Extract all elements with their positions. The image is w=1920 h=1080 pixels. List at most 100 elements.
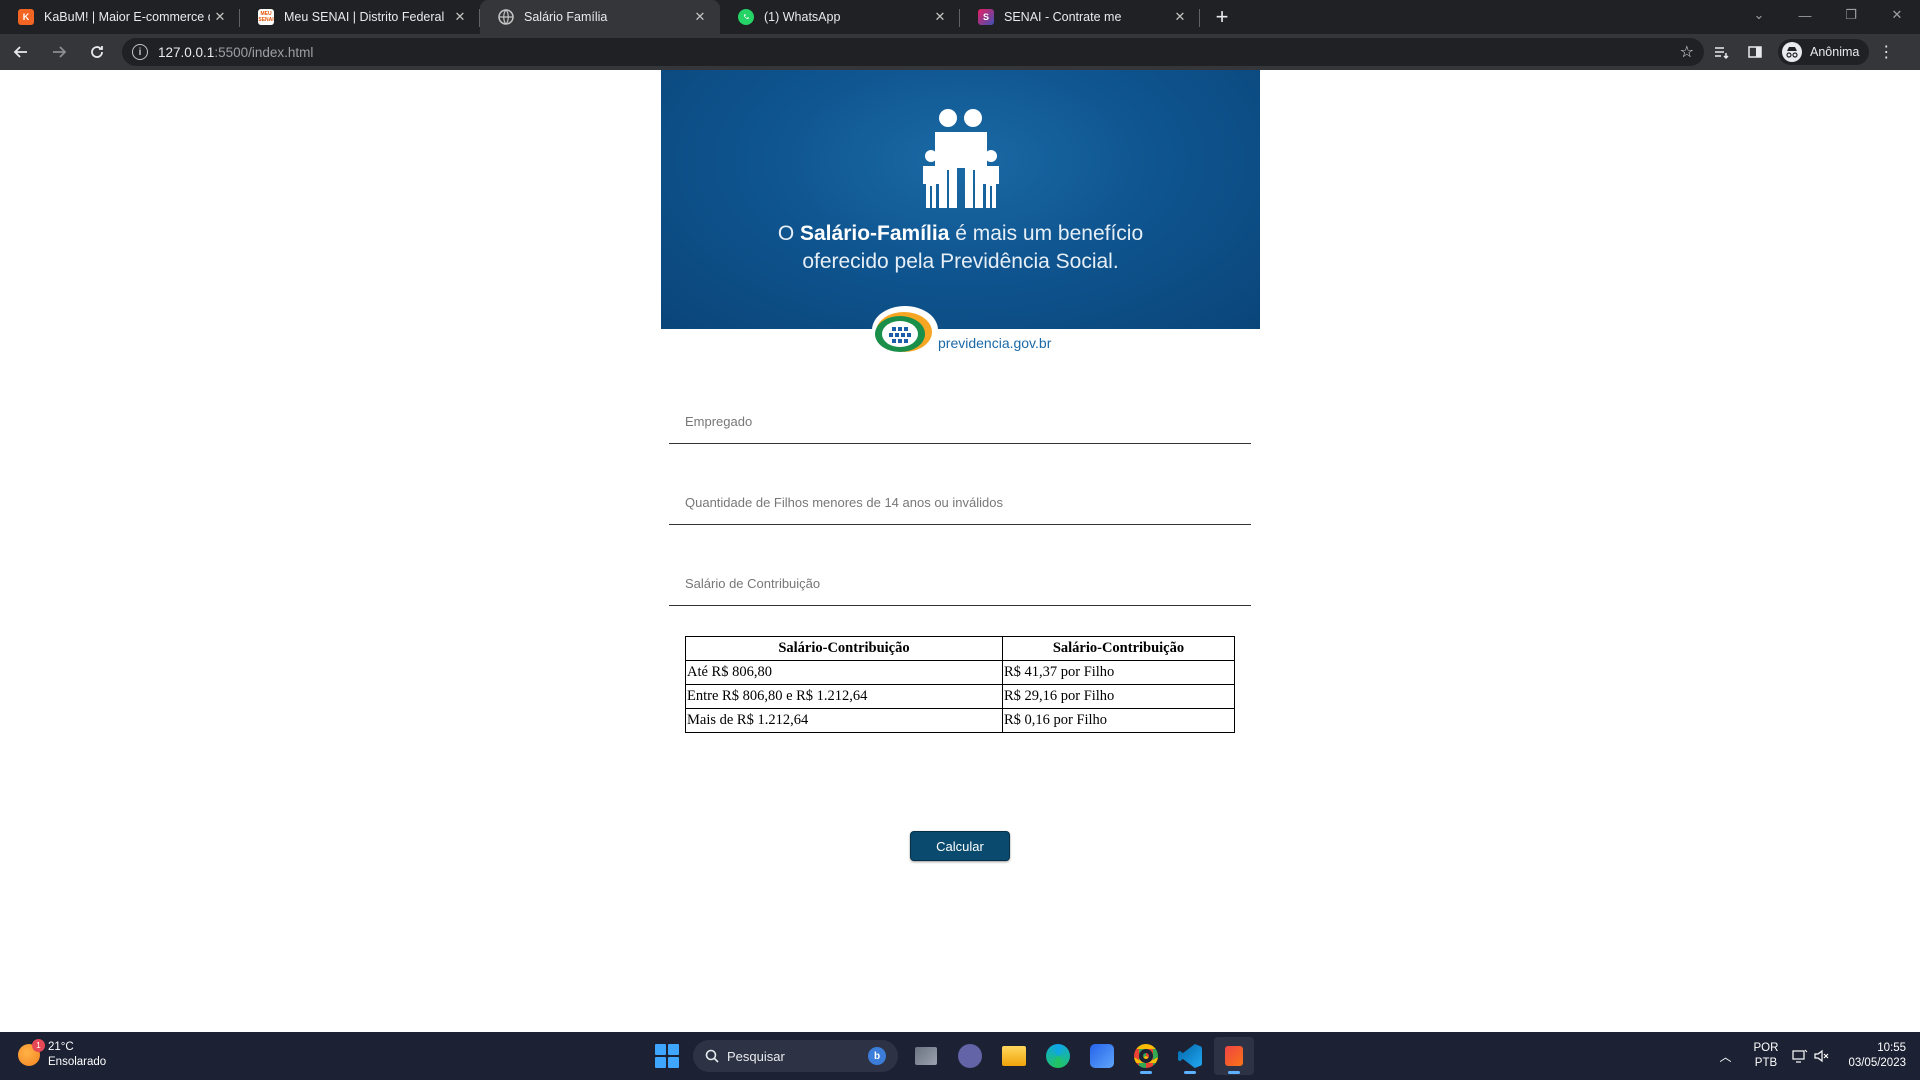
weather-temp: 21°C bbox=[48, 1041, 74, 1053]
volume-muted-icon[interactable] bbox=[1814, 1049, 1830, 1063]
microsoft-store-icon[interactable] bbox=[1082, 1037, 1122, 1075]
close-window-icon[interactable]: ✕ bbox=[1874, 7, 1920, 23]
sun-icon: 1 bbox=[18, 1039, 45, 1066]
windows-taskbar: 1 21°C Ensolarado Pesquisar b ︿ POR PTB bbox=[0, 1032, 1920, 1080]
banner-text-line2: oferecido pela Previdência Social. bbox=[802, 250, 1119, 273]
clock-time: 10:55 bbox=[1877, 1042, 1906, 1054]
windows-start-icon[interactable] bbox=[655, 1044, 679, 1068]
tab-separator bbox=[1199, 9, 1200, 27]
bing-icon[interactable]: b bbox=[868, 1047, 886, 1065]
tab-meu-senai[interactable]: MEU SENAI Meu SENAI | Distrito Federal ✕ bbox=[240, 0, 480, 34]
table-cell: Até R$ 806,80 bbox=[685, 660, 1003, 685]
salario-contribuicao-input[interactable] bbox=[685, 576, 1245, 591]
kabum-favicon-icon: K bbox=[18, 9, 34, 25]
weather-widget[interactable]: 1 21°C Ensolarado bbox=[18, 1039, 107, 1070]
tab-title: Salário Família bbox=[524, 10, 608, 24]
banner-text-line1: O Salário-Família é mais um benefício bbox=[777, 222, 1144, 245]
tab-title: KaBuM! | Maior E-commerce de Tecnologia bbox=[44, 10, 210, 24]
empregado-field[interactable] bbox=[669, 392, 1251, 444]
table-header-cell: Salário-Contribuição bbox=[685, 636, 1003, 661]
filhos-field[interactable] bbox=[669, 473, 1251, 525]
table-row: Mais de R$ 1.212,64 R$ 0,16 por Filho bbox=[685, 708, 1236, 733]
reload-icon bbox=[91, 46, 103, 58]
chevron-up-icon[interactable]: ︿ bbox=[1720, 1048, 1732, 1065]
close-tab-icon[interactable]: ✕ bbox=[690, 7, 710, 27]
minimize-icon[interactable]: — bbox=[1782, 8, 1828, 23]
bookmark-star-icon[interactable]: ☆ bbox=[1680, 42, 1694, 62]
url-path: :5500/index.html bbox=[214, 44, 314, 60]
taskbar-apps: Pesquisar b bbox=[655, 1037, 1256, 1075]
tab-title: (1) WhatsApp bbox=[764, 10, 841, 24]
table-cell: Mais de R$ 1.212,64 bbox=[685, 708, 1003, 733]
reload-button[interactable] bbox=[80, 35, 114, 69]
close-tab-icon[interactable]: ✕ bbox=[210, 7, 230, 27]
clock-date: 03/05/2023 bbox=[1848, 1057, 1906, 1069]
system-tray: ︿ POR PTB 10:55 03/05/2023 bbox=[1720, 1032, 1907, 1080]
site-info-icon[interactable]: i bbox=[132, 44, 148, 60]
language-indicator[interactable]: POR PTB bbox=[1754, 1041, 1779, 1071]
taskbar-search[interactable]: Pesquisar b bbox=[693, 1040, 898, 1072]
whatsapp-icon bbox=[738, 9, 754, 25]
senai-favicon-icon: MEU SENAI bbox=[258, 9, 274, 25]
tab-search-icon[interactable]: ⌄ bbox=[1736, 7, 1782, 23]
chrome-icon[interactable] bbox=[1126, 1037, 1166, 1075]
back-button[interactable] bbox=[4, 35, 38, 69]
restore-icon[interactable]: ❐ bbox=[1828, 7, 1874, 23]
table-row: Até R$ 806,80 R$ 41,37 por Filho bbox=[685, 660, 1236, 685]
tab-title: SENAI - Contrate me bbox=[1004, 10, 1122, 24]
table-cell: R$ 0,16 por Filho bbox=[1001, 708, 1236, 733]
table-cell: R$ 29,16 por Filho bbox=[1001, 684, 1236, 709]
tab-whatsapp[interactable]: (1) WhatsApp ✕ bbox=[720, 0, 960, 34]
filhos-input[interactable] bbox=[685, 495, 1245, 510]
page-content: O Salário-Família é mais um benefício of… bbox=[0, 70, 1920, 1032]
teams-chat-icon[interactable] bbox=[950, 1037, 990, 1075]
senai-contrate-favicon-icon: S bbox=[978, 9, 994, 25]
side-panel-icon[interactable] bbox=[1738, 35, 1772, 69]
close-tab-icon[interactable]: ✕ bbox=[450, 7, 470, 27]
tab-kabum[interactable]: K KaBuM! | Maior E-commerce de Tecnologi… bbox=[0, 0, 240, 34]
globe-icon bbox=[498, 9, 514, 25]
previdencia-logo-icon bbox=[872, 306, 938, 354]
weather-desc: Ensolarado bbox=[48, 1056, 107, 1068]
empregado-input[interactable] bbox=[685, 414, 1245, 429]
clock[interactable]: 10:55 03/05/2023 bbox=[1848, 1041, 1906, 1071]
close-tab-icon[interactable]: ✕ bbox=[1170, 7, 1190, 27]
close-tab-icon[interactable]: ✕ bbox=[930, 7, 950, 27]
search-placeholder: Pesquisar bbox=[727, 1048, 785, 1064]
menu-kebab-icon[interactable]: ⋮ bbox=[1869, 35, 1903, 69]
profile-incognito-button[interactable]: Anônima bbox=[1778, 39, 1870, 65]
tab-strip: K KaBuM! | Maior E-commerce de Tecnologi… bbox=[0, 0, 1920, 34]
table-header-cell: Salário-Contribuição bbox=[1001, 636, 1236, 661]
forward-button[interactable] bbox=[42, 35, 76, 69]
calcular-button[interactable]: Calcular bbox=[910, 831, 1010, 861]
previdencia-logo-text: previdencia.gov.br bbox=[938, 335, 1052, 351]
window-controls: ⌄ — ❐ ✕ bbox=[1736, 0, 1920, 30]
table-cell: Entre R$ 806,80 e R$ 1.212,64 bbox=[685, 684, 1003, 709]
salario-familia-banner: O Salário-Família é mais um benefício of… bbox=[661, 70, 1260, 329]
notification-badge: 1 bbox=[32, 1039, 45, 1052]
salario-field[interactable] bbox=[669, 554, 1251, 606]
back-arrow-icon bbox=[13, 46, 27, 58]
file-explorer-icon[interactable] bbox=[994, 1037, 1034, 1075]
search-icon bbox=[705, 1049, 719, 1063]
address-bar[interactable]: i 127.0.0.1:5500/index.html ☆ bbox=[122, 38, 1704, 66]
faixas-salariais-table: Salário-Contribuição Salário-Contribuiçã… bbox=[685, 636, 1236, 733]
new-tab-button[interactable]: + bbox=[1204, 0, 1240, 34]
snipping-tool-icon[interactable] bbox=[1214, 1037, 1254, 1075]
tab-salario-familia[interactable]: Salário Família ✕ bbox=[480, 0, 720, 34]
profile-label: Anônima bbox=[1810, 45, 1860, 59]
tab-senai-contrate[interactable]: S SENAI - Contrate me ✕ bbox=[960, 0, 1200, 34]
vscode-icon[interactable] bbox=[1170, 1037, 1210, 1075]
browser-toolbar: i 127.0.0.1:5500/index.html ☆ Anônima ⋮ bbox=[0, 34, 1920, 70]
reading-list-icon[interactable] bbox=[1704, 35, 1738, 69]
table-header-row: Salário-Contribuição Salário-Contribuiçã… bbox=[685, 636, 1236, 661]
edge-icon[interactable] bbox=[1038, 1037, 1078, 1075]
table-row: Entre R$ 806,80 e R$ 1.212,64 R$ 29,16 p… bbox=[685, 684, 1236, 709]
tab-title: Meu SENAI | Distrito Federal bbox=[284, 10, 445, 24]
task-view-icon[interactable] bbox=[906, 1037, 946, 1075]
network-icon[interactable] bbox=[1792, 1049, 1808, 1063]
table-cell: R$ 41,37 por Filho bbox=[1001, 660, 1236, 685]
url-host: 127.0.0.1 bbox=[158, 44, 215, 60]
incognito-icon bbox=[1782, 42, 1802, 62]
forward-arrow-icon bbox=[53, 46, 67, 58]
